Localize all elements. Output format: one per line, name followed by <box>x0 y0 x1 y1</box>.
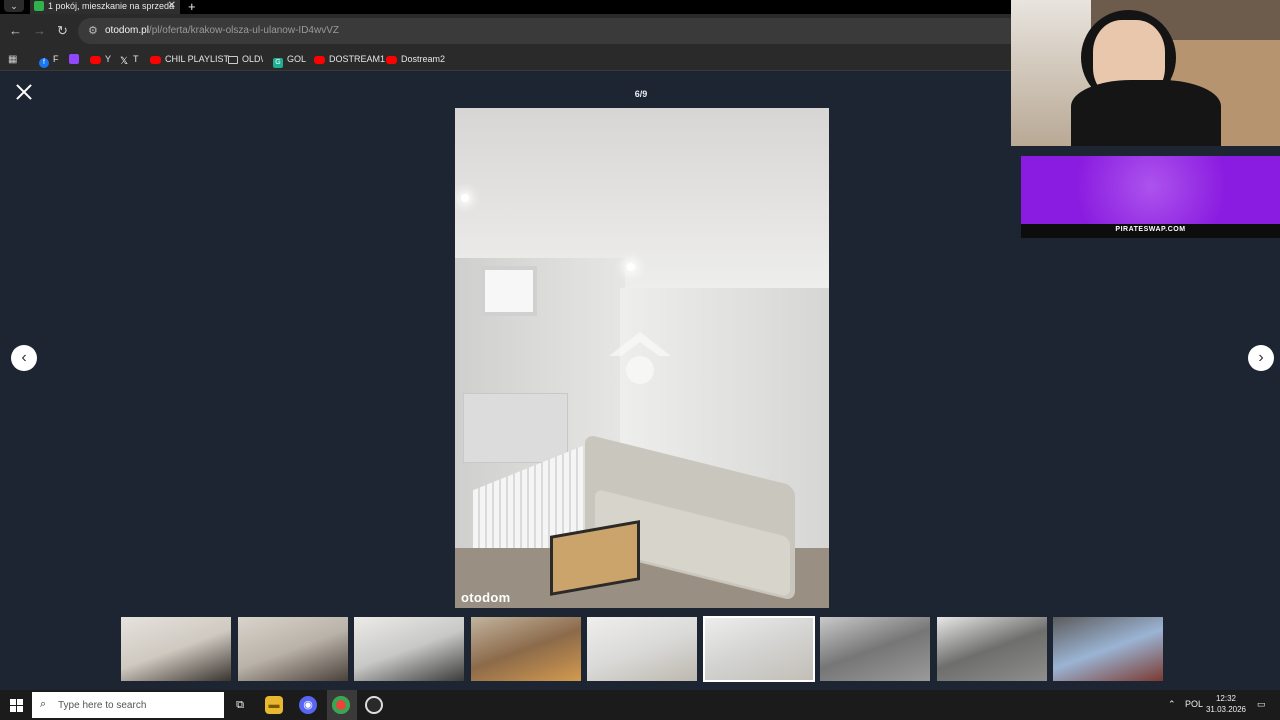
youtube-icon <box>90 56 101 64</box>
banner-text: PIRATESWAP.COM <box>1115 226 1186 233</box>
chevron-right-icon: › <box>1258 349 1264 366</box>
webcam-hoodie <box>1071 80 1221 146</box>
search-placeholder: Type here to search <box>58 700 147 711</box>
new-tab-button[interactable]: + <box>188 0 196 14</box>
obs-icon[interactable] <box>365 696 383 714</box>
bookmark-dostream1[interactable]: DOSTREAM1 <box>314 54 385 65</box>
youtube-icon <box>150 56 161 64</box>
site-settings-icon[interactable]: ⚙ <box>88 24 98 37</box>
next-photo-button[interactable]: › <box>1248 345 1274 371</box>
tray-chevron-up-icon[interactable]: ⌃ <box>1168 699 1176 710</box>
thumbnail-living-room-1[interactable] <box>587 617 697 681</box>
thumbnail-building[interactable] <box>1053 617 1163 681</box>
streamer-webcam-overlay <box>1011 0 1280 146</box>
gol-icon: G <box>273 58 283 68</box>
otodom-favicon-icon <box>34 1 44 11</box>
thumbnail-room-door[interactable] <box>471 617 581 681</box>
youtube-icon <box>386 56 397 64</box>
thumbnail-bathroom-1[interactable] <box>820 617 930 681</box>
bookmark-twitch[interactable] <box>69 54 83 65</box>
screen: ⌄ 1 pokój, mieszkanie na sprzeda ✕ + ← →… <box>0 0 1280 720</box>
clock-date: 31.03.2026 <box>1205 705 1247 714</box>
language-indicator[interactable]: POL <box>1185 699 1203 709</box>
bookmark-facebook[interactable]: fF <box>39 54 59 68</box>
apps-grid-icon[interactable]: ▦ <box>8 54 17 65</box>
thumbnail-kitchen-2[interactable] <box>238 617 348 681</box>
back-arrow-icon[interactable]: ← <box>9 24 22 38</box>
bookmark-chil-playlist[interactable]: CHIL PLAYLIST <box>150 54 229 65</box>
discord-icon[interactable]: ◉ <box>299 696 317 714</box>
main-photo[interactable]: otodom <box>455 108 829 608</box>
photo-ceiling-light <box>627 263 635 271</box>
file-explorer-icon[interactable]: ▬ <box>265 696 283 714</box>
youtube-icon <box>314 56 325 64</box>
bookmark-youtube[interactable]: Y <box>90 54 111 65</box>
taskbar-search-box[interactable]: ⌕ Type here to search <box>32 692 224 718</box>
thumbnail-bathroom-2[interactable] <box>937 617 1047 681</box>
previous-photo-button[interactable]: ‹ <box>11 345 37 371</box>
sponsor-banner-overlay: PIRATESWAP.COM <box>1021 156 1280 238</box>
bookmark-x[interactable]: 𝕏T <box>119 54 139 67</box>
windows-start-icon[interactable] <box>10 699 23 712</box>
windows-taskbar: ⌕ Type here to search ⧉ ▬ ◉ ⌃ POL 12:32 … <box>0 690 1280 720</box>
bookmark-gol[interactable]: G GOL <box>273 54 306 68</box>
active-tab[interactable]: 1 pokój, mieszkanie na sprzeda ✕ <box>30 0 180 14</box>
otodom-watermark-icon <box>609 332 671 384</box>
reload-icon[interactable]: ↻ <box>57 24 68 38</box>
x-logo-icon: 𝕏 <box>119 56 129 67</box>
search-icon: ⌕ <box>40 698 47 710</box>
tab-search-menu-button[interactable]: ⌄ <box>4 0 24 12</box>
close-gallery-icon[interactable] <box>14 82 34 102</box>
task-view-icon[interactable]: ⧉ <box>231 696 249 714</box>
thumbnail-kitchen-1[interactable] <box>121 617 231 681</box>
twitch-icon <box>69 54 79 64</box>
notifications-icon[interactable]: ▭ <box>1257 699 1266 710</box>
tab-close-icon[interactable]: ✕ <box>168 0 176 12</box>
photo-window <box>481 266 537 316</box>
forward-arrow-icon[interactable]: → <box>33 24 46 38</box>
thumbnail-strip <box>121 616 1163 682</box>
url-path: /pl/oferta/krakow-olsza-ul-ulanow-ID4wvV… <box>148 25 339 36</box>
chevron-left-icon: ‹ <box>21 349 27 366</box>
thumbnail-living-room-2[interactable] <box>703 616 815 682</box>
url-host: otodom.pl <box>105 25 149 36</box>
bookmark-dostream2[interactable]: Dostream2 <box>386 54 445 65</box>
clock-time: 12:32 <box>1215 694 1237 703</box>
photo-wall-panel <box>463 393 568 463</box>
url-text: otodom.pl/pl/oferta/krakow-olsza-ul-ulan… <box>105 25 339 36</box>
tab-title: 1 pokój, mieszkanie na sprzeda <box>48 1 175 11</box>
chrome-icon[interactable] <box>332 696 350 714</box>
otodom-brand-watermark: otodom <box>461 590 511 605</box>
photo-counter: 6/9 <box>634 89 648 99</box>
system-clock[interactable]: 12:32 31.03.2026 <box>1204 693 1248 715</box>
thumbnail-hallway[interactable] <box>354 617 464 681</box>
folder-icon <box>228 56 238 64</box>
photo-ceiling-light <box>461 194 469 202</box>
facebook-icon: f <box>39 58 49 68</box>
bookmark-folder-old[interactable]: OLD\ <box>228 54 263 65</box>
